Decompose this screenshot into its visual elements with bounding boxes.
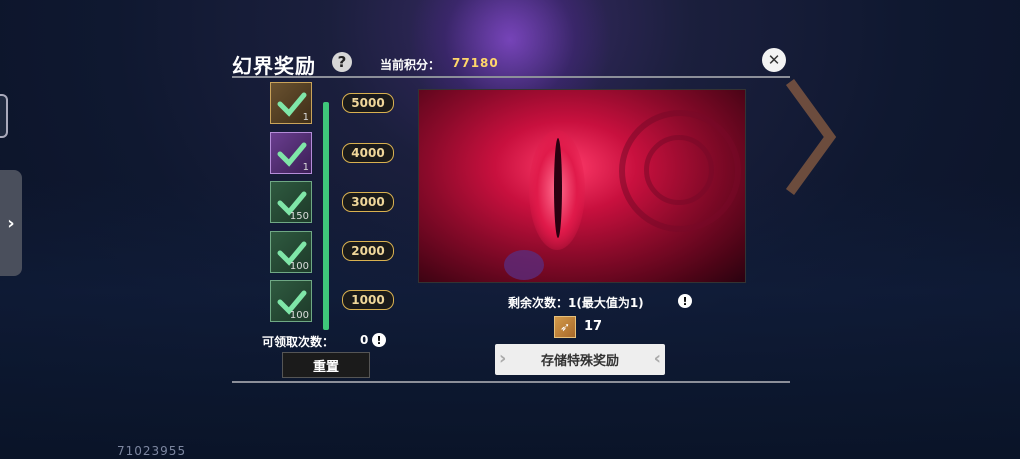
score-progress-bar [323,102,329,330]
score-label: 当前积分： [380,58,441,72]
user-id: 71023955 [117,444,187,458]
claim-count-label: 可领取次数： [262,335,335,349]
threshold-1000: 1000 [342,290,394,310]
threshold-4000: 4000 [342,143,394,163]
arrow-scroll-icon[interactable]: ➶ [554,316,576,338]
claim-count-value: 0 [360,333,369,347]
chevron-left-icon: ‹ [653,348,661,369]
reward-count: 1 [302,162,309,173]
divider-top [232,76,790,78]
reward-slot-2000[interactable]: 100 [270,231,312,273]
reward-count: 100 [289,310,309,321]
threshold-5000: 5000 [342,93,394,113]
reward-count: 100 [289,261,309,272]
special-reward-artwork [418,89,746,283]
reward-slot-4000[interactable]: 1 [270,132,312,174]
reward-count: 1 [302,112,309,123]
item-count: 17 [584,319,603,334]
close-x-icon[interactable]: ✕ [762,48,786,72]
chevron-right-icon: › [7,212,15,234]
reward-slot-1000[interactable]: 100 [270,280,312,322]
store-special-reward-button[interactable]: › 存储特殊奖励 ‹ [495,344,665,375]
panel-title: 幻界奖励 [232,54,316,78]
art-purple-accent [504,250,544,280]
drawer-toggle-button[interactable]: › [0,170,22,276]
reward-slot-5000[interactable]: 1 [270,82,312,124]
reset-button[interactable]: 重置 [282,352,370,378]
info-icon[interactable]: ! [678,294,692,308]
threshold-2000: 2000 [342,241,394,261]
info-icon[interactable]: ! [372,333,386,347]
store-button-label: 存储特殊奖励 [540,354,619,369]
divider-bottom [232,381,790,383]
left-side-tab[interactable] [0,94,8,138]
art-swirl [644,135,714,205]
reward-count: 150 [289,211,309,222]
score-value: 77180 [452,56,499,70]
dragon-eye-pupil [554,138,562,238]
phantom-reward-panel: 幻界奖励 ? 当前积分： 77180 ✕ 1 1 150 100 100 500… [232,44,790,384]
threshold-3000: 3000 [342,192,394,212]
question-circle-icon[interactable]: ? [332,52,352,72]
remaining-count-label: 剩余次数：1(最大值为1) [508,296,644,310]
chevron-right-icon: › [499,348,507,369]
reward-slot-3000[interactable]: 150 [270,181,312,223]
